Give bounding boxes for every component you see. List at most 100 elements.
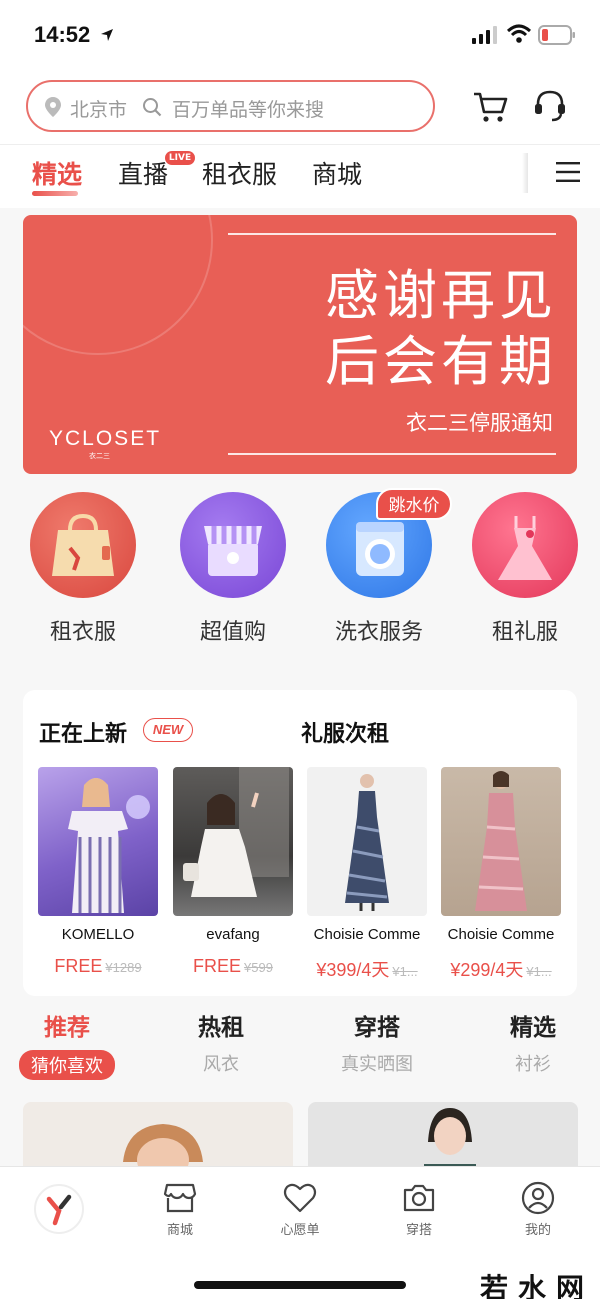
product-card[interactable]: KOMELLO FREE ¥1289 bbox=[38, 767, 158, 977]
menu-icon[interactable] bbox=[556, 161, 580, 183]
tab-live[interactable]: 直播 bbox=[118, 155, 168, 191]
product-original-price: ¥1... bbox=[392, 964, 418, 979]
watermark: 若水网 bbox=[480, 1272, 595, 1299]
dress-icon bbox=[498, 516, 552, 580]
tab-mall[interactable]: 商城 bbox=[140, 1181, 220, 1238]
model-figure bbox=[183, 767, 289, 897]
tab-label: 我的 bbox=[524, 1223, 551, 1238]
active-tab-indicator bbox=[32, 191, 78, 196]
city-selector[interactable]: 北京市 bbox=[70, 95, 127, 122]
product-image bbox=[441, 767, 561, 916]
bottom-tab-bar: 商城 心愿单 穿搭 我的 若水网 bbox=[0, 1166, 600, 1299]
category-tabs: 精选 直播 LIVE 租衣服 商城 bbox=[0, 144, 600, 208]
tab-label: 心愿单 bbox=[280, 1223, 320, 1238]
search-icon bbox=[143, 98, 162, 117]
reco-tab-title: 推荐 bbox=[44, 1015, 90, 1041]
promo-banner[interactable]: 感谢再见 后会有期 衣二三停服通知 YCLOSET 衣二三 bbox=[23, 215, 577, 474]
header: 北京市 百万单品等你来搜 bbox=[0, 70, 600, 144]
wifi-icon bbox=[506, 24, 532, 43]
category-circle bbox=[180, 492, 286, 598]
product-brand: KOMELLO bbox=[61, 926, 135, 943]
category-rent-dress[interactable]: 租礼服 bbox=[470, 492, 580, 646]
category-circle bbox=[472, 492, 578, 598]
recommend-tabs: 推荐 猜你喜欢 热租 风衣 穿搭 真实晒图 精选 衬衫 bbox=[0, 1000, 600, 1090]
product-original-price: ¥1... bbox=[526, 964, 552, 979]
banner-subtitle: 衣二三停服通知 bbox=[406, 411, 553, 435]
promo-tag: 跳水价 bbox=[376, 488, 452, 520]
battery-icon bbox=[538, 25, 575, 45]
product-brand: evafang bbox=[206, 926, 260, 943]
tab-outfits[interactable]: 穿搭 bbox=[379, 1181, 459, 1238]
reco-tab-subtitle: 猜你喜欢 bbox=[19, 1050, 115, 1080]
tab-label: 穿搭 bbox=[405, 1223, 432, 1238]
reco-tab-outfits[interactable]: 穿搭 真实晒图 bbox=[302, 1008, 452, 1076]
reco-tab-title: 精选 bbox=[510, 1015, 556, 1041]
product-original-price: ¥1289 bbox=[105, 960, 142, 975]
tabs-fade-divider bbox=[522, 153, 528, 193]
live-badge: LIVE bbox=[165, 151, 195, 165]
product-price: ¥399/4天 bbox=[316, 960, 390, 980]
search-bar[interactable]: 北京市 百万单品等你来搜 bbox=[26, 80, 435, 132]
home-indicator[interactable] bbox=[194, 1281, 406, 1289]
tab-featured[interactable]: 精选 bbox=[32, 155, 82, 191]
tab-mall[interactable]: 商城 bbox=[312, 155, 362, 191]
tab-label: 商城 bbox=[166, 1223, 193, 1238]
service-categories: 租衣服 超值购 洗衣服务 租礼服 bbox=[0, 480, 600, 670]
product-brand: Choisie Comme bbox=[313, 926, 421, 943]
heart-icon bbox=[283, 1183, 317, 1213]
reco-tab-title: 穿搭 bbox=[354, 1015, 400, 1041]
reco-tab-title: 热租 bbox=[198, 1015, 244, 1041]
new-badge: NEW bbox=[143, 718, 193, 742]
product-brand: Choisie Comme bbox=[447, 926, 555, 943]
dress-rental-title[interactable]: 礼服次租 bbox=[301, 716, 389, 748]
model-figure bbox=[475, 771, 527, 911]
banner-line-top bbox=[228, 233, 556, 235]
category-label: 租礼服 bbox=[491, 620, 558, 645]
product-image bbox=[173, 767, 293, 916]
product-price: FREE bbox=[54, 956, 103, 976]
location-pin-icon[interactable] bbox=[44, 96, 62, 118]
cellular-signal-icon bbox=[472, 26, 497, 44]
tab-home[interactable] bbox=[19, 1183, 99, 1235]
tab-wishlist[interactable]: 心愿单 bbox=[260, 1181, 340, 1238]
banner-decoration bbox=[23, 215, 213, 355]
customer-service-icon[interactable] bbox=[530, 86, 570, 126]
status-bar: 14:52 bbox=[0, 0, 600, 70]
product-image bbox=[38, 767, 158, 916]
product-card[interactable]: evafang FREE ¥599 bbox=[173, 767, 293, 977]
reco-tab-subtitle: 真实晒图 bbox=[341, 1054, 413, 1075]
reco-tab-subtitle: 衬衫 bbox=[515, 1054, 551, 1075]
reco-tab-hot[interactable]: 热租 风衣 bbox=[146, 1008, 296, 1076]
category-circle bbox=[30, 492, 136, 598]
model-figure bbox=[345, 774, 389, 911]
product-original-price: ¥599 bbox=[244, 960, 273, 975]
product-price: ¥299/4天 bbox=[450, 960, 524, 980]
store-icon bbox=[204, 526, 262, 576]
reco-tab-recommend[interactable]: 推荐 猜你喜欢 bbox=[0, 1008, 142, 1080]
tab-rent-clothes[interactable]: 租衣服 bbox=[202, 155, 277, 191]
new-arrivals-title[interactable]: 正在上新 bbox=[39, 716, 127, 748]
bag-icon bbox=[52, 513, 114, 576]
reco-tab-picks[interactable]: 精选 衬衫 bbox=[458, 1008, 600, 1076]
status-time: 14:52 bbox=[34, 22, 91, 47]
ycloset-logo: YCLOSET bbox=[49, 427, 162, 450]
product-card[interactable]: Choisie Comme ¥399/4天 ¥1... bbox=[307, 767, 427, 982]
banner-headline-2: 后会有期 bbox=[325, 330, 557, 393]
product-card[interactable]: Choisie Comme ¥299/4天 ¥1... bbox=[441, 767, 561, 982]
new-arrivals-card: 正在上新 NEW 礼服次租 KOMELLO FREE ¥1289 evafang… bbox=[23, 690, 577, 996]
cart-icon[interactable] bbox=[470, 86, 510, 126]
category-value-shop[interactable]: 超值购 bbox=[178, 492, 288, 646]
store-icon bbox=[163, 1183, 197, 1213]
product-image bbox=[307, 767, 427, 916]
banner-line-bottom bbox=[228, 453, 556, 455]
ycloset-logo-icon bbox=[34, 1184, 84, 1234]
ycloset-logo-sub: 衣二三 bbox=[89, 452, 110, 460]
search-input[interactable]: 百万单品等你来搜 bbox=[172, 95, 324, 122]
category-label: 洗衣服务 bbox=[334, 620, 423, 645]
model-figure bbox=[68, 778, 150, 913]
tab-profile[interactable]: 我的 bbox=[498, 1181, 578, 1238]
category-rent-clothes[interactable]: 租衣服 bbox=[28, 492, 138, 646]
location-arrow-icon bbox=[101, 29, 113, 41]
reco-tab-subtitle: 风衣 bbox=[203, 1054, 239, 1075]
product-price: FREE bbox=[193, 956, 242, 976]
